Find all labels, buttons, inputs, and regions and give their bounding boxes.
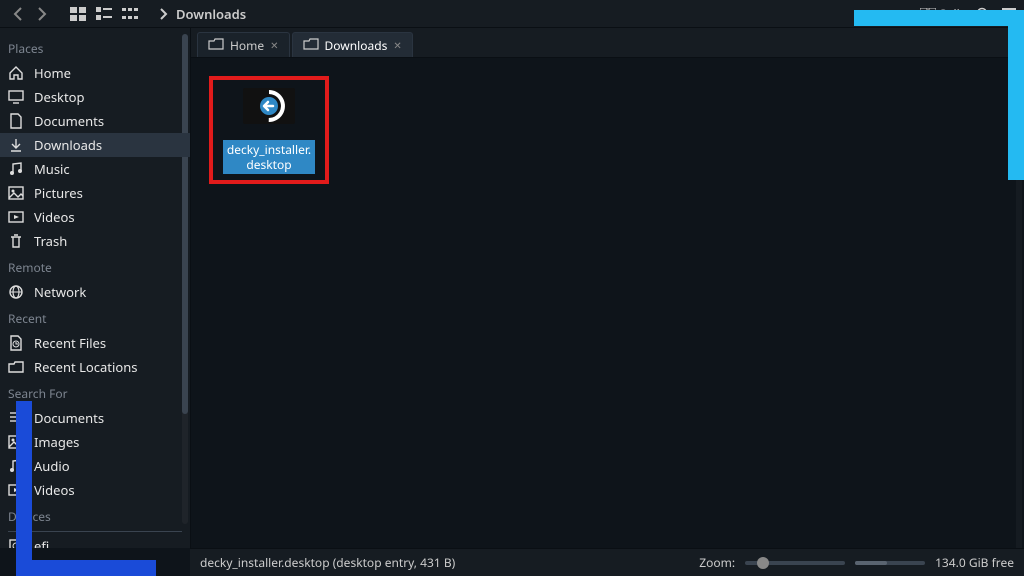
search-doc-icon [8,410,24,426]
tab-label: Downloads [325,37,388,54]
desktop-icon [8,89,24,105]
document-icon [8,113,24,129]
sidebar-item-label: Recent Files [34,334,106,352]
forward-button[interactable] [32,4,52,24]
sidebar-section-title: Remote [0,253,190,280]
sidebar-item-home[interactable]: Home [0,61,190,85]
chevron-right-icon [160,8,168,20]
search-audio-icon [8,458,24,474]
breadcrumb[interactable]: Downloads [160,5,246,23]
sidebar-item-label: Documents [34,409,104,427]
sidebar-item-recent-locations[interactable]: Recent Locations [0,355,190,379]
sidebar-item-audio[interactable]: Audio [0,454,190,478]
tab-bar: Home ✕ Downloads ✕ [191,28,1024,58]
file-view[interactable]: decky_installer. desktop [191,58,1024,548]
split-button[interactable]: Split [920,5,965,22]
free-space-bar [855,561,925,565]
tab-home[interactable]: Home ✕ [197,32,290,57]
search-img-icon [8,434,24,450]
split-label: Split [940,5,965,22]
statusbar: decky_installer.desktop (desktop entry, … [190,548,1024,576]
split-icon [920,8,936,20]
video-icon [8,209,24,225]
file-label: decky_installer. desktop [223,140,315,174]
status-text: decky_installer.desktop (desktop entry, … [200,554,455,571]
search-video-icon [8,482,24,498]
sidebar-item-label: Pictures [34,184,83,202]
sidebar-item-videos[interactable]: Videos [0,478,190,502]
content-scrollbar[interactable] [1016,58,1022,548]
sidebar-item-videos[interactable]: Videos [0,205,190,229]
nav-arrows [8,4,52,24]
sidebar-item-recent-files[interactable]: Recent Files [0,331,190,355]
sidebar-item-music[interactable]: Music [0,157,190,181]
sidebar-item-label: Home [34,64,71,82]
sidebar-item-label: Recent Locations [34,358,137,376]
sidebar-item-label: Audio [34,457,70,475]
tab-label: Home [230,37,264,54]
toolbar: Downloads Split [0,0,1024,28]
sidebar-separator [8,531,182,532]
sidebar-section-title: Search For [0,379,190,406]
zoom-label: Zoom: [699,554,735,571]
image-icon [8,185,24,201]
search-icon [976,7,990,21]
sidebar-item-label: Desktop [34,88,85,106]
sidebar-item-label: Network [34,283,86,301]
detail-view-button[interactable] [120,5,140,23]
tab-close-button[interactable]: ✕ [270,38,278,52]
sidebar-item-pictures[interactable]: Pictures [0,181,190,205]
tab-downloads[interactable]: Downloads ✕ [292,32,413,57]
view-mode-buttons [68,5,140,23]
zoom-slider[interactable] [745,561,845,565]
sidebar-item-label: Images [34,433,79,451]
sidebar-item-label: Downloads [34,136,102,154]
hamburger-menu-button[interactable] [1002,8,1016,20]
sidebar-item-documents[interactable]: Documents [0,406,190,430]
home-icon [8,65,24,81]
toolbar-right: Split [920,5,1017,22]
sidebar-item-downloads[interactable]: Downloads [0,133,190,157]
sidebar-item-label: Music [34,160,70,178]
disk-icon [8,538,24,548]
folder-icon [303,37,319,53]
trash-icon [8,233,24,249]
sidebar-item-trash[interactable]: Trash [0,229,190,253]
sidebar-item-label: Documents [34,112,104,130]
sidebar-item-images[interactable]: Images [0,430,190,454]
main-area: Home ✕ Downloads ✕ decky_installer. desktop [190,28,1024,548]
breadcrumb-title: Downloads [176,5,246,23]
back-button[interactable] [8,4,28,24]
sidebar-section-title: Places [0,34,190,61]
sidebar-item-label: efi [34,537,49,548]
download-icon [8,137,24,153]
music-icon [8,161,24,177]
sidebar-item-label: Videos [34,208,75,226]
recent-locations-icon [8,359,24,375]
decky-installer-icon [239,86,299,134]
search-button[interactable] [976,7,990,21]
tab-close-button[interactable]: ✕ [393,38,401,52]
icon-view-button[interactable] [68,5,88,23]
file-item-decky-installer[interactable]: decky_installer. desktop [209,76,329,184]
sidebar-section-title: Devices [0,502,190,529]
sidebar-item-network[interactable]: Network [0,280,190,304]
network-icon [8,284,24,300]
hamburger-icon [1002,8,1016,20]
free-space-text: 134.0 GiB free [935,554,1014,571]
folder-icon [208,37,224,53]
sidebar-item-documents[interactable]: Documents [0,109,190,133]
compact-view-button[interactable] [94,5,114,23]
sidebar: Places Home Desktop Documents Downloads Music… [0,28,190,548]
sidebar-section-title: Recent [0,304,190,331]
sidebar-item-label: Videos [34,481,75,499]
sidebar-item-label: Trash [34,232,67,250]
sidebar-item-efi[interactable]: efi [0,534,190,548]
sidebar-item-desktop[interactable]: Desktop [0,85,190,109]
recent-files-icon [8,335,24,351]
